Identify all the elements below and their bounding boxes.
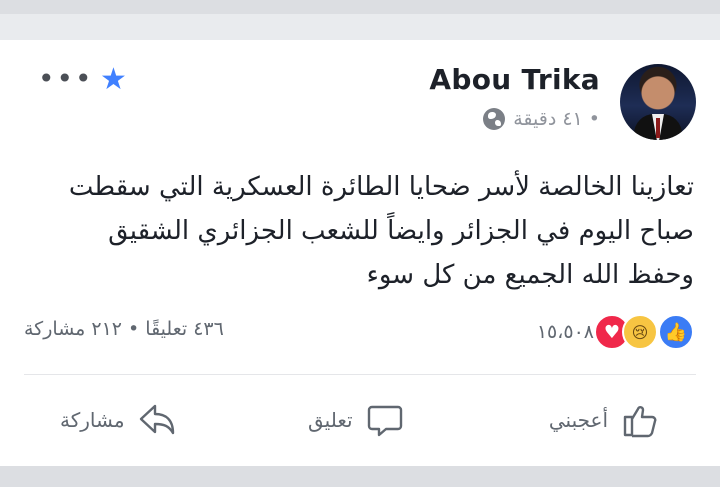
thumbs-up-icon <box>620 400 660 440</box>
comment-label: تعليق <box>308 408 353 432</box>
comment-button[interactable]: تعليق <box>308 400 405 440</box>
author-name[interactable]: Abou Trika <box>429 63 600 96</box>
post-time[interactable]: ٤١ دقيقة • <box>513 108 600 130</box>
share-button[interactable]: مشاركة <box>60 400 177 440</box>
post-text-line: تعازينا الخالصة لأسر ضحايا الطائرة العسك… <box>68 172 694 202</box>
bottom-band <box>0 466 720 487</box>
top-band <box>0 0 720 14</box>
like-label: أعجبني <box>548 408 608 432</box>
like-reaction-icon: 👍 <box>658 314 694 350</box>
post-meta: ٤١ دقيقة • <box>483 108 600 130</box>
like-button[interactable]: أعجبني <box>549 400 660 440</box>
avatar[interactable] <box>620 64 696 140</box>
reaction-count: ١٥،٥٠٨ <box>536 321 594 343</box>
reactions-summary[interactable]: 👍 😢 ♥ ١٥،٥٠٨ <box>537 314 694 350</box>
post-text-line: صباح اليوم في الجزائر وايضاً للشعب الجزا… <box>108 216 694 246</box>
sad-reaction-icon: 😢 <box>622 314 658 350</box>
comment-bubble-icon <box>365 400 405 440</box>
divider <box>24 374 696 375</box>
share-label: مشاركة <box>60 408 125 432</box>
post-text-line: وحفظ الله الجميع من كل سوء <box>366 260 694 290</box>
star-icon[interactable]: ★ <box>100 62 127 97</box>
avatar-tie <box>656 118 660 138</box>
post-text: تعازينا الخالصة لأسر ضحايا الطائرة العسك… <box>34 165 694 297</box>
more-options-icon[interactable]: ••• <box>38 62 94 95</box>
comments-shares-count[interactable]: ٤٣٦ تعليقًا • ٢١٢ مشاركة <box>24 318 224 340</box>
globe-icon <box>483 108 506 130</box>
share-arrow-icon <box>137 400 177 440</box>
